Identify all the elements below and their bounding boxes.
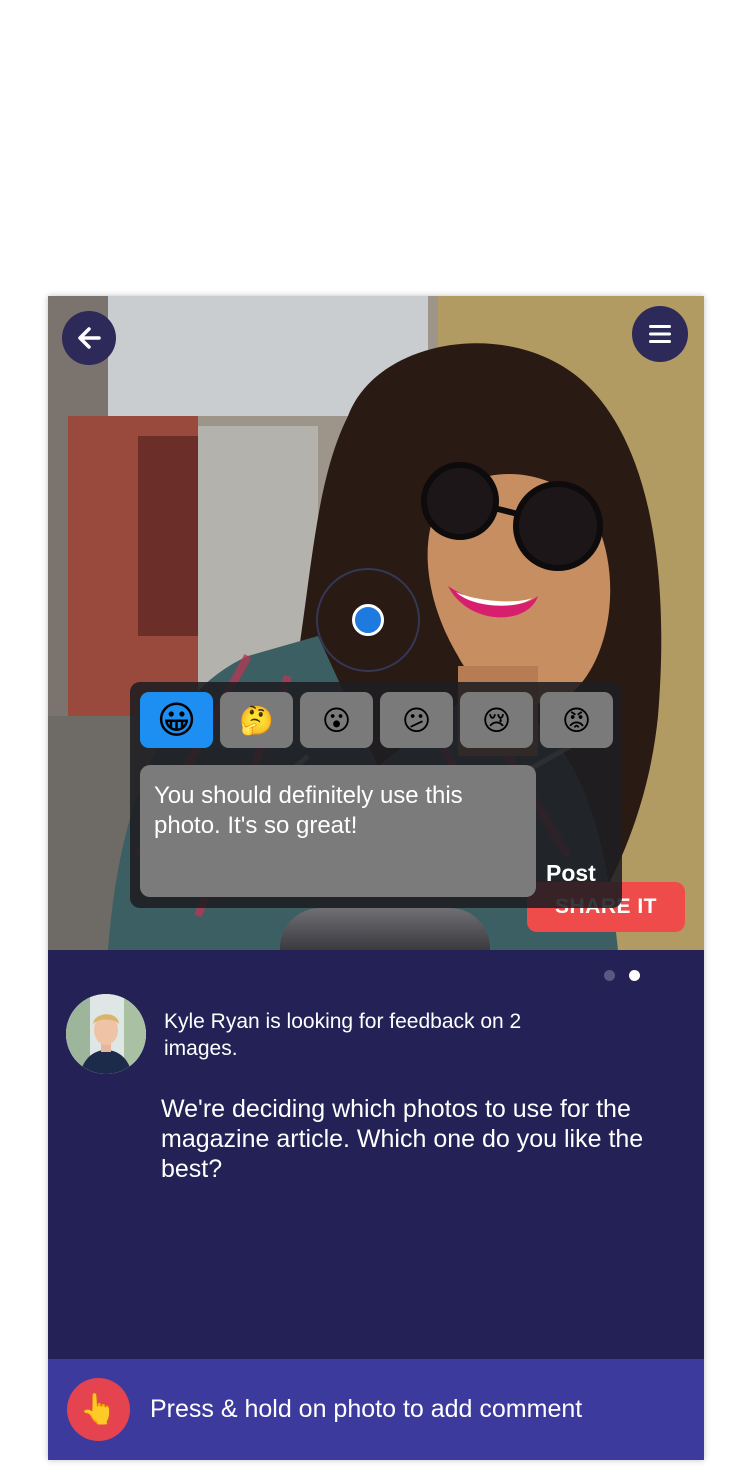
reaction-popup: 😀 🤔 😮 😕 😢 😡 You should definitely use th…	[130, 682, 622, 908]
hint-bar: 👆 Press & hold on photo to add comment	[48, 1359, 704, 1460]
post-button[interactable]: Post	[546, 860, 596, 887]
pager-dot-active[interactable]	[629, 970, 640, 981]
emoji-grinning-button[interactable]: 😀	[140, 692, 213, 748]
emoji-picker: 😀 🤔 😮 😕 😢 😡	[140, 692, 613, 748]
hint-text: Press & hold on photo to add comment	[150, 1395, 583, 1423]
emoji-thinking-button[interactable]: 🤔	[220, 692, 293, 748]
pager-dot[interactable]	[604, 970, 615, 981]
photo-pager	[604, 970, 640, 981]
feedback-card: SHARE IT 😀 🤔 😮 😕 😢 😡 You should definite…	[48, 296, 704, 1460]
hamburger-menu-icon	[649, 325, 671, 343]
secondary-photo-preview	[280, 908, 490, 950]
avatar-image	[66, 994, 146, 1074]
arrow-left-icon	[78, 327, 101, 349]
pointing-hand-icon: 👆	[67, 1378, 130, 1441]
menu-button[interactable]	[632, 306, 688, 362]
comment-target-marker[interactable]	[352, 604, 384, 636]
request-description: We're deciding which photos to use for t…	[161, 1095, 644, 1183]
photo[interactable]: SHARE IT 😀 🤔 😮 😕 😢 😡 You should definite…	[48, 296, 704, 950]
emoji-surprised-button[interactable]: 😮	[300, 692, 373, 748]
avatar[interactable]	[66, 994, 146, 1074]
comment-input[interactable]: You should definitely use this photo. It…	[140, 765, 536, 897]
emoji-confused-button[interactable]: 😕	[380, 692, 453, 748]
emoji-crying-button[interactable]: 😢	[460, 692, 533, 748]
emoji-angry-button[interactable]: 😡	[540, 692, 613, 748]
back-button[interactable]	[62, 311, 116, 365]
requester-text: Kyle Ryan is looking for feedback on 2 i…	[164, 1010, 522, 1060]
